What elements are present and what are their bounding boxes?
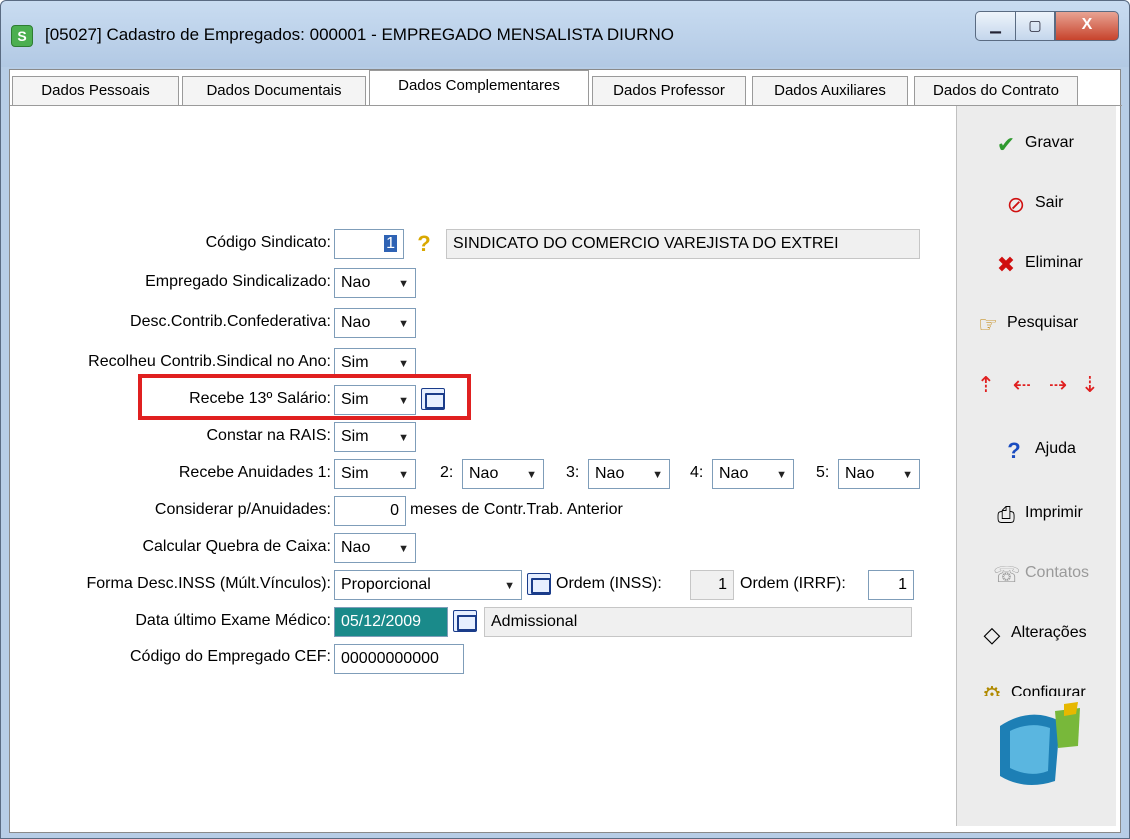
anuidade-3-select[interactable]: Nao ▼ <box>588 459 670 489</box>
arrow-left-icon[interactable]: ⇠ <box>1009 372 1035 398</box>
sindicato-description: SINDICATO DO COMERCIO VAREJISTA DO EXTRE… <box>446 229 920 259</box>
title-bar[interactable]: S [05027] Cadastro de Empregados: 000001… <box>1 1 1129 67</box>
app-icon: S <box>11 25 33 47</box>
no-entry-icon: ⊘ <box>1006 192 1026 217</box>
pointing-hand-icon: ☞ <box>978 312 998 337</box>
ordem-irrf-input[interactable]: 1 <box>868 570 914 600</box>
chevron-down-icon: ▼ <box>504 580 515 592</box>
tab-dados-auxiliares[interactable]: Dados Auxiliares <box>752 76 908 106</box>
arrow-down-icon[interactable]: ⇣ <box>1077 372 1103 398</box>
chevron-down-icon: ▼ <box>398 543 409 555</box>
ordem-inss-input[interactable]: 1 <box>690 570 734 600</box>
recolheu-label: Recolheu Contrib.Sindical no Ano: <box>88 353 331 370</box>
quebra-caixa-select[interactable]: Nao ▼ <box>334 533 416 563</box>
chevron-down-icon: ▼ <box>902 469 913 481</box>
tab-dados-documentais[interactable]: Dados Documentais <box>182 76 366 106</box>
tab-dados-do-contrato[interactable]: Dados do Contrato <box>914 76 1078 106</box>
contatos-button[interactable]: ☏ Contatos <box>957 560 1117 590</box>
delete-x-icon: ✖ <box>996 252 1016 277</box>
application-window: S [05027] Cadastro de Empregados: 000001… <box>0 0 1130 839</box>
chevron-down-icon: ▼ <box>776 469 787 481</box>
anuidade-2-label: 2: <box>440 464 454 481</box>
chevron-down-icon: ▼ <box>398 318 409 330</box>
desc-contrib-select[interactable]: Nao ▼ <box>334 308 416 338</box>
codigo-cef-input[interactable]: 00000000000 <box>334 644 464 674</box>
chevron-down-icon: ▼ <box>652 469 663 481</box>
checkmark-icon: ✔ <box>996 132 1016 157</box>
empregado-sindicalizado-label: Empregado Sindicalizado: <box>145 273 331 290</box>
ordem-inss-label: Ordem (INSS): <box>556 575 662 592</box>
contacts-icon: ☏ <box>993 562 1021 587</box>
gravar-button[interactable]: ✔ Gravar <box>957 130 1117 160</box>
printer-icon: ⎙ <box>997 502 1015 527</box>
tab-dados-professor[interactable]: Dados Professor <box>592 76 746 106</box>
codigo-sindicato-label: Código Sindicato: <box>205 234 331 251</box>
considerar-anuidades-suffix: meses de Contr.Trab. Anterior <box>410 501 623 518</box>
considerar-anuidades-input[interactable]: 0 <box>334 496 406 526</box>
minimize-button[interactable]: ▁ <box>975 11 1015 41</box>
eraser-icon: ◇ <box>983 622 1001 647</box>
tipo-exame-field: Admissional <box>484 607 912 637</box>
data-exame-label: Data último Exame Médico: <box>135 612 331 629</box>
codigo-cef-label: Código do Empregado CEF: <box>130 648 331 665</box>
quebra-caixa-label: Calcular Quebra de Caixa: <box>142 538 331 555</box>
recebe-anuidades-label: Recebe Anuidades 1: <box>178 464 331 481</box>
forma-desc-inss-select[interactable]: Proporcional ▼ <box>334 570 522 600</box>
forma-desc-inss-label: Forma Desc.INSS (Múlt.Vínculos): <box>86 575 332 592</box>
anuidade-5-select[interactable]: Nao ▼ <box>838 459 920 489</box>
constar-rais-select[interactable]: Sim ▼ <box>334 422 416 452</box>
pesquisar-button[interactable]: ☞ Pesquisar <box>957 310 1117 340</box>
anuidade-1-select[interactable]: Sim ▼ <box>334 459 416 489</box>
sair-button[interactable]: ⊘ Sair <box>957 190 1117 220</box>
chevron-down-icon: ▼ <box>398 432 409 444</box>
anuidade-5-label: 5: <box>816 464 830 481</box>
empregado-sindicalizado-select[interactable]: Nao ▼ <box>334 268 416 298</box>
constar-rais-label: Constar na RAIS: <box>206 427 332 444</box>
anuidade-4-select[interactable]: Nao ▼ <box>712 459 794 489</box>
imprimir-button[interactable]: ⎙ Imprimir <box>957 500 1117 530</box>
tab-dados-complementares[interactable]: Dados Complementares <box>369 70 589 106</box>
close-button[interactable]: X <box>1055 11 1119 41</box>
highlight-box <box>138 374 471 420</box>
tab-dados-pessoais[interactable]: Dados Pessoais <box>12 76 179 106</box>
anuidade-4-label: 4: <box>690 464 704 481</box>
data-exame-input[interactable]: 05/12/2009 <box>334 607 448 637</box>
chevron-down-icon: ▼ <box>398 278 409 290</box>
help-icon: ? <box>1007 438 1021 463</box>
considerar-anuidades-label: Considerar p/Anuidades: <box>154 501 331 518</box>
anuidade-3-label: 3: <box>566 464 580 481</box>
window-title: [05027] Cadastro de Empregados: 000001 -… <box>45 25 674 44</box>
eliminar-button[interactable]: ✖ Eliminar <box>957 250 1117 280</box>
ordem-irrf-label: Ordem (IRRF): <box>740 575 846 592</box>
notes-icon[interactable] <box>453 610 477 632</box>
chevron-down-icon: ▼ <box>398 469 409 481</box>
alteracoes-button[interactable]: ◇ Alterações <box>957 620 1117 650</box>
form-client-area: Dados Pessoais Dados Documentais Dados C… <box>9 69 1122 833</box>
help-question-icon[interactable]: ? <box>412 232 436 256</box>
maximize-button[interactable]: ▢ <box>1015 11 1055 41</box>
ajuda-button[interactable]: ? Ajuda <box>957 436 1117 466</box>
company-logo <box>960 696 1104 796</box>
desc-contrib-label: Desc.Contrib.Confederativa: <box>130 313 331 330</box>
anuidade-2-select[interactable]: Nao ▼ <box>462 459 544 489</box>
notes-icon[interactable] <box>527 573 551 595</box>
navigation-arrows: ⇡ ⇠ ⇢ ⇣ <box>957 370 1117 400</box>
codigo-sindicato-input[interactable]: 1 <box>334 229 404 259</box>
chevron-down-icon: ▼ <box>526 469 537 481</box>
tab-strip: Dados Pessoais Dados Documentais Dados C… <box>10 70 1122 106</box>
arrow-up-icon[interactable]: ⇡ <box>973 372 999 398</box>
arrow-right-icon[interactable]: ⇢ <box>1045 372 1071 398</box>
